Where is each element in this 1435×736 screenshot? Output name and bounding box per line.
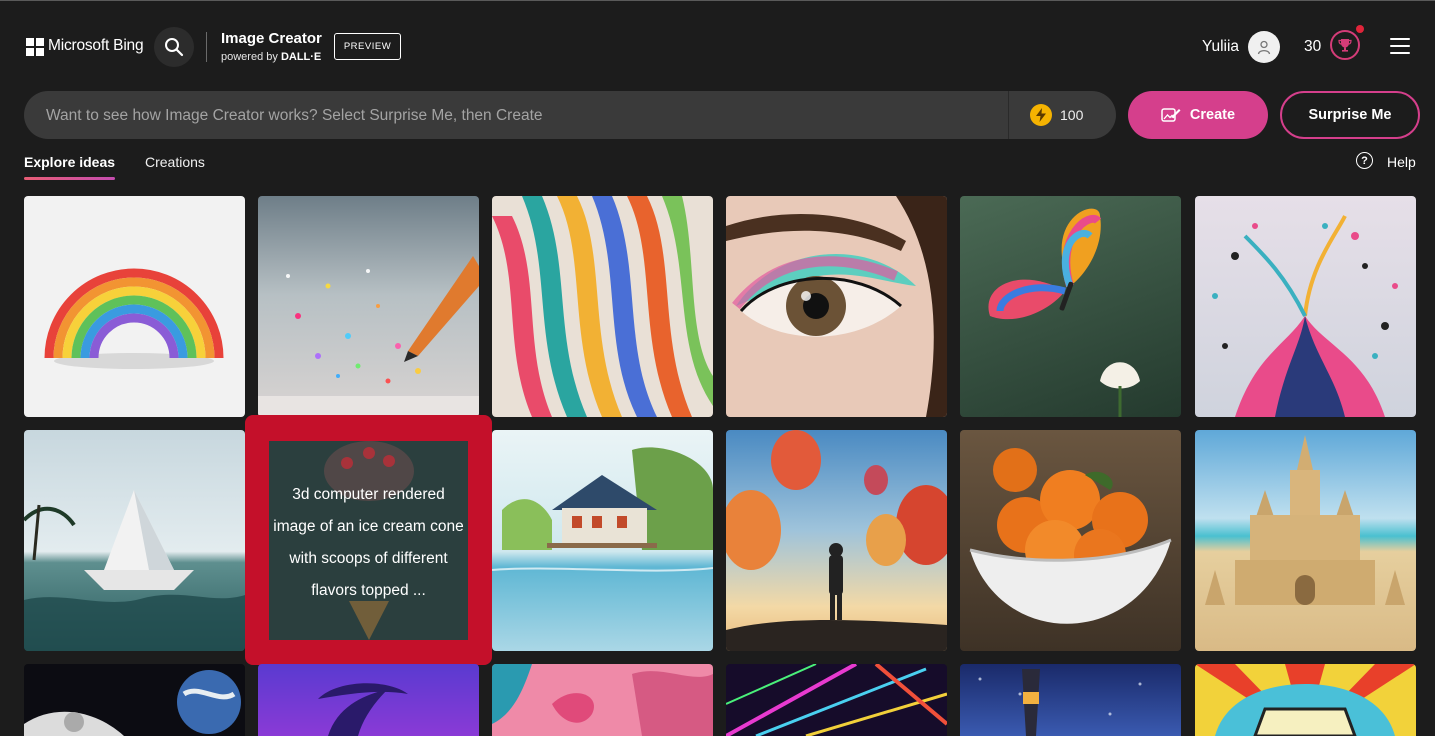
gallery-tile-flamingo[interactable] xyxy=(492,664,713,736)
gallery-tile-butterfly[interactable] xyxy=(960,196,1181,417)
notification-dot xyxy=(1356,25,1364,33)
gallery-tile-colorful-ribbons[interactable] xyxy=(492,196,713,417)
powered-by-prefix: powered by xyxy=(221,51,278,63)
active-tab-indicator xyxy=(24,177,115,180)
gallery-tile-paper-boat[interactable] xyxy=(24,430,245,651)
prompt-input[interactable] xyxy=(44,104,1008,128)
tab-creations[interactable]: Creations xyxy=(145,154,205,170)
gallery-tile-palm-neon[interactable] xyxy=(258,664,479,736)
avatar[interactable] xyxy=(1248,31,1280,63)
gallery-tile-rainbow[interactable] xyxy=(24,196,245,417)
powered-by: powered by DALL·E xyxy=(221,51,321,63)
gallery-tile-oranges-bowl[interactable] xyxy=(960,430,1181,651)
boost-coin-icon[interactable] xyxy=(1030,104,1052,126)
app-title[interactable]: Image Creator xyxy=(221,30,322,47)
hover-caption: 3d computer rendered image of an ice cre… xyxy=(273,486,464,599)
search-button[interactable] xyxy=(154,27,194,67)
prompt-divider xyxy=(1008,91,1009,139)
prompt-bar: 100 xyxy=(24,91,1116,139)
surprise-me-button[interactable]: Surprise Me xyxy=(1280,91,1420,139)
menu-icon[interactable] xyxy=(1390,38,1410,54)
boost-count[interactable]: 100 xyxy=(1060,107,1083,123)
create-button[interactable]: Create xyxy=(1128,91,1268,139)
gallery-tile-paint-splash[interactable] xyxy=(1195,196,1416,417)
user-name[interactable]: Yuliia xyxy=(1202,38,1239,56)
user-icon xyxy=(1257,40,1271,55)
brand-name[interactable]: Microsoft Bing xyxy=(48,37,144,55)
gallery-tile-ice-cream-cone[interactable]: 3d computer rendered image of an ice cre… xyxy=(269,441,468,640)
help-icon[interactable]: ? xyxy=(1356,152,1373,169)
gallery-tile-astronaut-earth[interactable] xyxy=(24,664,245,736)
gallery-tile-sand-castle[interactable] xyxy=(1195,430,1416,651)
microsoft-logo-icon[interactable] xyxy=(26,38,44,56)
preview-badge: PREVIEW xyxy=(334,33,401,60)
create-icon xyxy=(1161,108,1181,122)
gallery-tile-lighthouse[interactable] xyxy=(960,664,1181,736)
rewards-count[interactable]: 30 xyxy=(1304,38,1321,56)
gallery-tile-eye-makeup[interactable] xyxy=(726,196,947,417)
rewards-trophy-icon[interactable] xyxy=(1330,30,1360,60)
gallery-tile-lake-house[interactable] xyxy=(492,430,713,651)
help-link[interactable]: Help xyxy=(1387,154,1416,170)
header: Microsoft Bing Image Creator powered by … xyxy=(0,0,1435,90)
search-icon xyxy=(165,38,184,57)
gallery-tile-laser-lights[interactable] xyxy=(726,664,947,736)
powered-by-brand: DALL·E xyxy=(280,51,322,63)
gallery-tile-pencil-sparkles[interactable] xyxy=(258,196,479,417)
create-label: Create xyxy=(1189,107,1236,123)
gallery-tile-pop-art-drink[interactable] xyxy=(1195,664,1416,736)
tab-explore-ideas[interactable]: Explore ideas xyxy=(24,154,115,170)
gallery-tile-hot-air-balloons[interactable] xyxy=(726,430,947,651)
header-divider xyxy=(206,32,207,62)
